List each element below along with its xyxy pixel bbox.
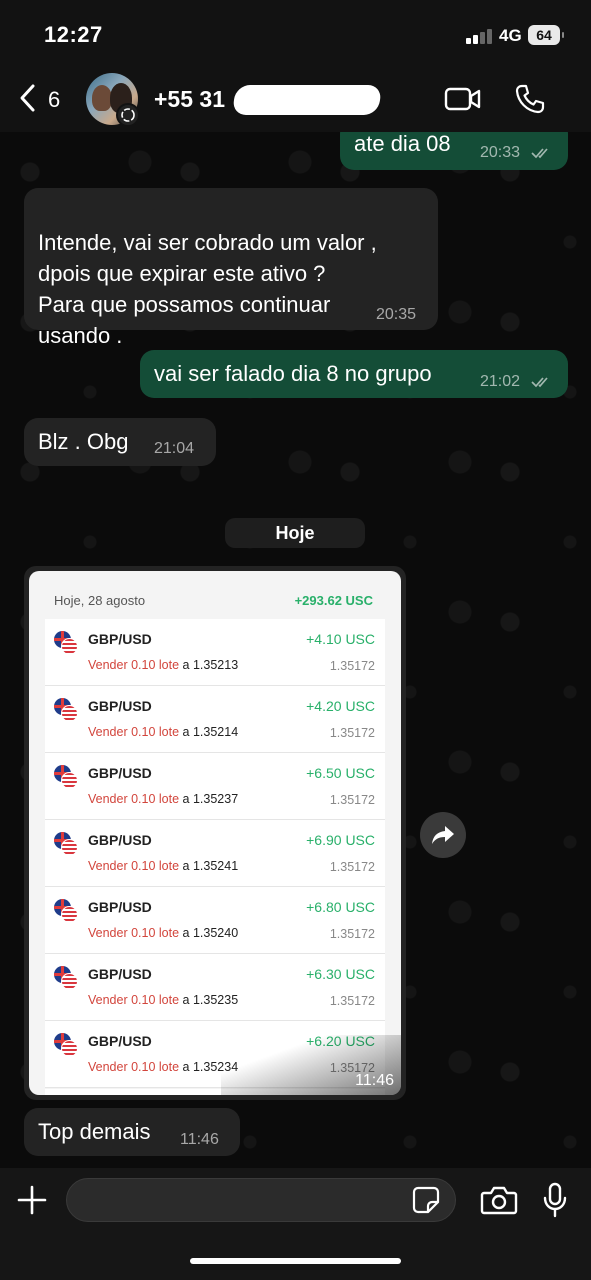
message-text: Blz . Obg (38, 429, 129, 454)
message-text: ate dia 08 (354, 132, 451, 156)
message-input[interactable] (66, 1178, 456, 1222)
trade-open-price: a 1.35241 (182, 859, 239, 873)
cellular-signal-icon (466, 28, 494, 44)
gbp-usd-flag-icon (54, 966, 78, 990)
trade-open-price: a 1.35240 (182, 926, 239, 940)
status-bar: 12:27 4G 64 (0, 0, 591, 66)
trade-current-price: 1.35172 (329, 860, 375, 874)
message-time: 21:02 (480, 373, 521, 390)
trade-order: Vender 0.10 lote a 1.35241 (88, 859, 238, 873)
trade-order: Vender 0.10 lote a 1.35214 (88, 725, 238, 739)
trade-row: GBP/USD Vender 0.10 lote a 1.35213 +4.10 U… (45, 619, 385, 686)
home-indicator (190, 1258, 401, 1264)
trade-profit: +4.20 USC (306, 698, 375, 714)
chat-messages[interactable]: ate dia 08 20:33 Intende, vai ser cobrad… (0, 132, 591, 1168)
trade-action: Vender 0.10 lote (88, 792, 180, 806)
gbp-usd-flag-icon (54, 832, 78, 856)
trade-total: +293.62 USC (294, 593, 373, 608)
redaction-mark (231, 85, 383, 115)
chat-header: 6 +55 31 (0, 66, 591, 132)
gbp-usd-flag-icon (54, 1033, 78, 1057)
phone-call-icon[interactable] (514, 83, 546, 115)
trade-row: GBP/USD Vender 0.10 lote a 1.35235 +6.30 U… (45, 954, 385, 1021)
message-time: 11:46 (355, 1072, 394, 1089)
currency-pair: GBP/USD (88, 698, 152, 714)
video-call-icon[interactable] (444, 86, 482, 112)
status-icon (116, 103, 140, 127)
trade-current-price: 1.35172 (329, 659, 375, 673)
currency-pair: GBP/USD (88, 631, 152, 647)
trade-open-price: a 1.35237 (182, 792, 239, 806)
trade-order: Vender 0.10 lote a 1.35213 (88, 658, 238, 672)
network-type: 4G (499, 26, 522, 45)
trade-open-price: a 1.35214 (182, 725, 239, 739)
trade-order: Vender 0.10 lote a 1.35234 (88, 1060, 238, 1074)
read-receipt-icon (531, 377, 548, 388)
trade-summary-header: Hoje, 28 agosto +293.62 USC (29, 571, 401, 619)
gbp-usd-flag-icon (54, 765, 78, 789)
message-text: Intende, vai ser cobrado um valor , dpoi… (38, 230, 377, 348)
trade-action: Vender 0.10 lote (88, 725, 180, 739)
image-message[interactable]: Hoje, 28 agosto +293.62 USC GBP/USD Vende… (24, 566, 406, 1100)
message-text: Top demais (38, 1119, 151, 1144)
read-receipt-icon (531, 148, 548, 159)
forward-icon (432, 826, 454, 844)
currency-pair: GBP/USD (88, 832, 152, 848)
trade-history-screenshot: Hoje, 28 agosto +293.62 USC GBP/USD Vende… (29, 571, 401, 1095)
trade-order: Vender 0.10 lote a 1.35235 (88, 993, 238, 1007)
currency-pair: GBP/USD (88, 1033, 152, 1049)
trade-current-price: 1.35172 (329, 726, 375, 740)
currency-pair: GBP/USD (88, 765, 152, 781)
trade-order: Vender 0.10 lote a 1.35237 (88, 792, 238, 806)
trade-action: Vender 0.10 lote (88, 1060, 180, 1074)
trade-action: Vender 0.10 lote (88, 993, 180, 1007)
unread-count[interactable]: 6 (48, 87, 60, 113)
clock: 12:27 (44, 22, 103, 47)
trade-action: Vender 0.10 lote (88, 859, 180, 873)
trade-open-price: a 1.35235 (182, 993, 239, 1007)
trade-current-price: 1.35172 (329, 994, 375, 1008)
battery-indicator: 64 (528, 25, 564, 45)
trade-row: GBP/USD Vender 0.10 lote a 1.35240 +6.80 U… (45, 887, 385, 954)
message-time: 20:35 (376, 306, 417, 323)
message-time: 20:33 (480, 144, 521, 161)
trade-profit: +6.30 USC (306, 966, 375, 982)
trade-profit: +6.90 USC (306, 832, 375, 848)
message-time: 11:46 (180, 1131, 219, 1148)
gbp-usd-flag-icon (54, 631, 78, 655)
plus-icon[interactable] (16, 1184, 48, 1216)
chevron-left-icon[interactable] (16, 83, 40, 113)
forward-button[interactable] (420, 812, 466, 858)
trade-current-price: 1.35172 (329, 927, 375, 941)
gbp-usd-flag-icon (54, 899, 78, 923)
day-separator: Hoje (225, 518, 365, 548)
microphone-icon[interactable] (542, 1182, 568, 1218)
sticker-icon[interactable] (412, 1186, 440, 1214)
trade-date: Hoje, 28 agosto (54, 593, 146, 608)
currency-pair: GBP/USD (88, 899, 152, 915)
gbp-usd-flag-icon (54, 698, 78, 722)
message-time: 21:04 (154, 440, 195, 457)
camera-icon[interactable] (480, 1185, 518, 1215)
trade-row: GBP/USD Vender 0.10 lote a 1.35237 +6.50 U… (45, 753, 385, 820)
trade-profit: +6.50 USC (306, 765, 375, 781)
trade-profit: +4.10 USC (306, 631, 375, 647)
message-text: vai ser falado dia 8 no grupo (154, 361, 432, 386)
trade-profit: +6.80 USC (306, 899, 375, 915)
currency-pair: GBP/USD (88, 966, 152, 982)
trade-order: Vender 0.10 lote a 1.35240 (88, 926, 238, 940)
trade-action: Vender 0.10 lote (88, 658, 180, 672)
contact-name[interactable]: +55 31 (154, 86, 225, 113)
trade-action: Vender 0.10 lote (88, 926, 180, 940)
trade-row: GBP/USD Vender 0.10 lote a 1.35214 +4.20 U… (45, 686, 385, 753)
trade-current-price: 1.35172 (329, 793, 375, 807)
message-composer (0, 1168, 591, 1280)
trade-open-price: a 1.35213 (182, 658, 239, 672)
trade-row: GBP/USD Vender 0.10 lote a 1.35241 +6.90 U… (45, 820, 385, 887)
